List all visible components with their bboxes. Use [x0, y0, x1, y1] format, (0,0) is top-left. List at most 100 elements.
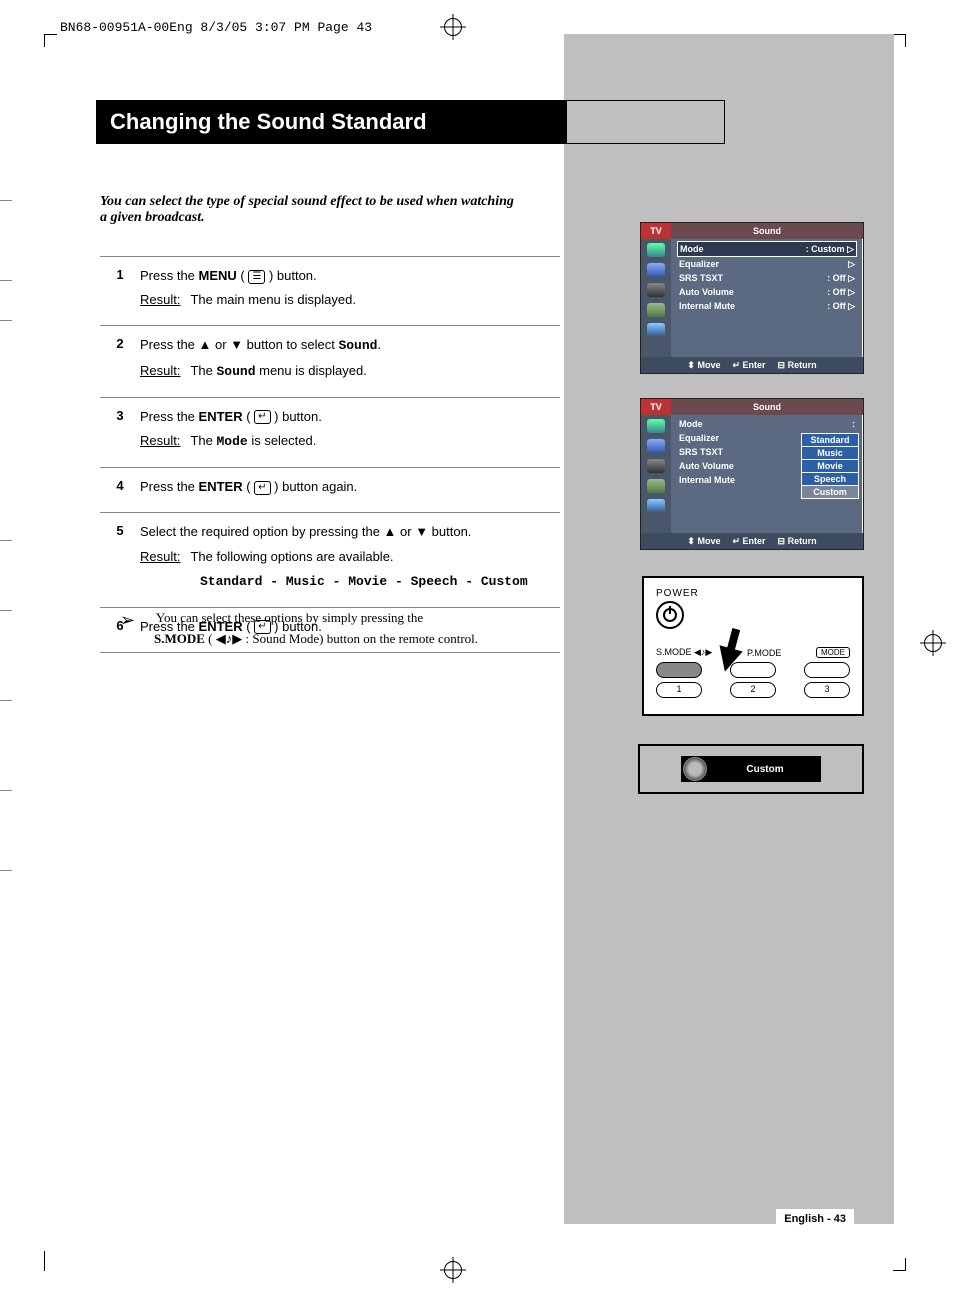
power-button-icon — [656, 601, 684, 629]
osd-list: Mode: Custom ▷Equalizer ▷SRS TSXT: Off ▷… — [671, 239, 863, 357]
mode-label: Mode — [216, 434, 247, 449]
bleed-tick — [0, 540, 12, 541]
enter-label: ENTER — [199, 409, 243, 424]
num-2-button: 2 — [730, 682, 776, 698]
osd-title: Sound — [671, 223, 863, 239]
text: Select the required option by pressing t… — [140, 523, 560, 541]
options-list: Standard - Music - Movie - Speech - Cust… — [200, 574, 528, 589]
result-text: The main menu is displayed. — [190, 292, 355, 307]
move-hint: Move — [697, 536, 720, 546]
print-header: BN68-00951A-00Eng 8/3/05 3:07 PM Page 43 — [60, 20, 372, 35]
osd-row: Mode: — [677, 417, 857, 431]
note-arrow-icon: ➢ — [120, 610, 135, 630]
text: menu is displayed. — [256, 363, 367, 378]
smode-label: S.MODE ◀♪▶ — [656, 647, 712, 658]
reg-mark-bottom — [440, 1257, 466, 1283]
reg-mark-top — [440, 14, 466, 40]
mode-option: Speech — [801, 472, 859, 486]
step-3: 3 Press the ENTER ( ↵ ) button. Result: T… — [100, 397, 560, 467]
reg-mark-right — [920, 630, 946, 656]
result-text: The following options are available. — [190, 549, 393, 564]
num-1-button: 1 — [656, 682, 702, 698]
osd-title: Sound — [671, 399, 863, 415]
enter-label: ENTER — [199, 479, 243, 494]
speaker-icon — [683, 757, 707, 781]
text: ) button. — [265, 268, 316, 283]
text: Press the — [140, 409, 199, 424]
bleed-tick — [0, 790, 12, 791]
mode-label: MODE — [816, 647, 850, 658]
step-5: 5 Select the required option by pressing… — [100, 512, 560, 607]
crop-mark — [44, 34, 57, 47]
return-hint: Return — [788, 360, 817, 370]
text: . — [377, 337, 381, 352]
mode-option: Movie — [801, 459, 859, 473]
steps-list: 1 Press the MENU ( ☰ ) button. Result:Th… — [100, 256, 560, 653]
step-number: 4 — [100, 478, 140, 502]
osd-sound-menu: TV Sound Mode: Custom ▷Equalizer ▷SRS TS… — [640, 222, 864, 374]
text: ) button again. — [271, 479, 358, 494]
osd-category-icons — [641, 239, 671, 357]
mode-options-popup: StandardMusicMovieSpeechCustom — [801, 433, 859, 498]
osd-row: Mode: Custom ▷ — [677, 241, 857, 257]
tv-tab: TV — [641, 399, 671, 415]
menu-icon: ☰ — [248, 270, 265, 284]
page-number: English - 43 — [776, 1209, 854, 1229]
bleed-tick — [0, 200, 12, 201]
return-hint: Return — [788, 536, 817, 546]
result-label: Result: — [140, 362, 180, 380]
text: ) button. — [271, 409, 322, 424]
menu-label: MENU — [199, 268, 237, 283]
osd-category-icons — [641, 415, 671, 533]
osd-row: SRS TSXT: Off ▷ — [677, 271, 857, 285]
sound-label: Sound — [216, 364, 255, 379]
step-number: 3 — [100, 408, 140, 457]
text: ( — [237, 268, 249, 283]
text: The — [190, 363, 216, 378]
move-hint: Move — [697, 360, 720, 370]
text: ( — [243, 409, 255, 424]
smode-button — [656, 662, 702, 678]
step-number: 2 — [100, 336, 140, 386]
enter-hint: Enter — [743, 360, 766, 370]
page-title-bar: Changing the Sound Standard — [96, 100, 725, 144]
page-title: Changing the Sound Standard — [96, 101, 567, 143]
power-label: POWER — [656, 588, 850, 599]
text: Press the ▲ or ▼ button to select — [140, 337, 338, 352]
step-2: 2 Press the ▲ or ▼ button to select Soun… — [100, 325, 560, 396]
intro-text: You can select the type of special sound… — [100, 194, 520, 226]
bleed-tick — [0, 610, 12, 611]
step-1: 1 Press the MENU ( ☰ ) button. Result:Th… — [100, 256, 560, 325]
note-text: You can select these options by simply p… — [156, 610, 423, 625]
enter-hint: Enter — [743, 536, 766, 546]
text: Press the — [140, 268, 199, 283]
note: ➢ You can select these options by simply… — [120, 610, 540, 647]
sound-label: Sound — [338, 338, 377, 353]
text: Press the — [140, 479, 199, 494]
crop-mark — [893, 1258, 906, 1271]
tv-tab: TV — [641, 223, 671, 239]
text: The — [190, 433, 216, 448]
step-4: 4 Press the ENTER ( ↵ ) button again. — [100, 467, 560, 512]
mode-option: Standard — [801, 433, 859, 447]
text: ( — [243, 479, 255, 494]
smode-label: S.MODE — [154, 631, 205, 646]
osd-row: Auto Volume: Off ▷ — [677, 285, 857, 299]
sound-mode-toast: Custom — [638, 744, 864, 794]
pmode-label: P.MODE — [747, 647, 781, 658]
mode-button — [804, 662, 850, 678]
enter-icon: ↵ — [254, 410, 270, 424]
result-label: Result: — [140, 432, 180, 450]
remote-diagram: POWER S.MODE ◀♪▶ P.MODE MODE 1 2 3 — [642, 576, 864, 716]
text: is selected. — [248, 433, 317, 448]
bleed-tick — [0, 280, 12, 281]
toast-text: Custom — [709, 764, 821, 775]
note-text: ( ◀♪▶ : Sound Mode) button on the remote… — [205, 631, 478, 646]
result-label: Result: — [140, 291, 180, 309]
bleed-tick — [0, 700, 12, 701]
osd-footer: ⬍ Move ↵ Enter ⊟ Return — [641, 357, 863, 373]
enter-icon: ↵ — [254, 481, 270, 495]
osd-row: Internal Mute: Off ▷ — [677, 299, 857, 313]
crop-mark — [44, 1251, 45, 1271]
osd-footer: ⬍ Move ↵ Enter ⊟ Return — [641, 533, 863, 549]
